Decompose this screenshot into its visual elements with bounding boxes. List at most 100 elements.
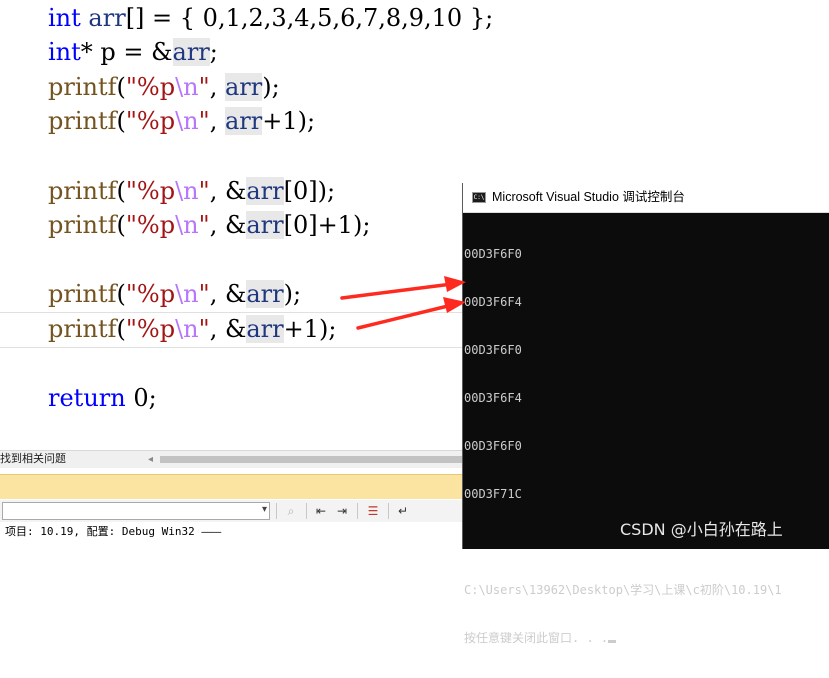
scroll-left-icon[interactable]: ◂ (148, 451, 153, 468)
code-text: ); (262, 73, 280, 101)
code-text: +1); (262, 107, 316, 135)
text-cursor (608, 640, 617, 643)
variable-token: arr (246, 315, 284, 343)
goto-next-icon[interactable]: ⇥ (333, 503, 351, 519)
escape-token: \n (175, 211, 199, 239)
variable-token: arr (172, 38, 210, 66)
debug-console-window[interactable]: C:\ Microsoft Visual Studio 调试控制台 00D3F6… (462, 183, 829, 645)
console-prompt-text: 按任意键关闭此窗口. . . (464, 631, 609, 645)
keyword-token: int (48, 4, 81, 32)
code-text: [0]); (283, 177, 336, 205)
code-text: ; (209, 38, 218, 66)
string-token: " (198, 177, 210, 205)
build-status-text: 项目: 10.19, 配置: Debug Win32 ——— (5, 525, 222, 538)
string-token: " (198, 315, 210, 343)
variable-token: arr (224, 73, 263, 101)
variable-token: arr (246, 280, 284, 308)
console-output: 00D3F6F0 00D3F6F4 00D3F6F0 00D3F6F4 00D3… (464, 214, 829, 678)
string-token: "%p (125, 211, 176, 239)
toolbar-separator (388, 503, 389, 519)
code-text: * p = & (80, 38, 173, 66)
escape-token: \n (175, 315, 199, 343)
toolbar-separator (276, 503, 277, 519)
code-line-9[interactable]: printf("%p\n", &arr); (48, 277, 301, 311)
escape-token: \n (175, 73, 199, 101)
console-output-line: 00D3F6F4 (464, 295, 522, 309)
console-window-title: Microsoft Visual Studio 调试控制台 (492, 190, 685, 204)
output-status-line: 项目: 10.19, 配置: Debug Win32 ——— (0, 522, 463, 549)
function-token: printf (48, 73, 117, 101)
code-text: ( (116, 315, 126, 343)
output-source-dropdown[interactable]: ▾ (2, 502, 270, 520)
console-prompt-line: 按任意键关闭此窗口. . . (464, 630, 829, 646)
code-text: ( (116, 73, 126, 101)
variable-token: arr (224, 107, 263, 135)
code-line-1[interactable]: int arr[] = { 0,1,2,3,4,5,6,7,8,9,10 }; (48, 1, 493, 35)
function-token: printf (48, 280, 117, 308)
code-line-3[interactable]: printf("%p\n", arr); (48, 70, 280, 104)
escape-token: \n (175, 177, 199, 205)
string-token: " (198, 107, 210, 135)
code-text: ); (283, 280, 302, 308)
code-text: ( (116, 211, 126, 239)
console-titlebar[interactable]: C:\ Microsoft Visual Studio 调试控制台 (463, 183, 829, 213)
code-text: ( (116, 280, 126, 308)
csdn-watermark: CSDN @小白孙在路上 (620, 520, 783, 539)
string-token: " (198, 73, 210, 101)
code-text: , & (209, 211, 247, 239)
clear-all-icon[interactable]: ☰ (364, 503, 382, 519)
code-text: ( (116, 177, 126, 205)
toolbar-separator (357, 503, 358, 519)
code-text: , & (209, 280, 247, 308)
string-token: " (198, 211, 210, 239)
function-token: printf (48, 107, 117, 135)
string-token: "%p (125, 315, 176, 343)
code-text: 0; (125, 384, 157, 412)
escape-token: \n (175, 280, 199, 308)
escape-token: \n (175, 107, 199, 135)
code-text: ( (116, 107, 126, 135)
selected-output-row[interactable] (0, 474, 463, 499)
code-line-2[interactable]: int* p = &arr; (48, 35, 218, 69)
variable-token: arr (246, 177, 284, 205)
code-line-12[interactable]: return 0; (48, 381, 157, 415)
goto-previous-icon[interactable]: ⇤ (312, 503, 330, 519)
console-output-line: 00D3F6F4 (464, 391, 522, 405)
keyword-token: return (48, 384, 126, 412)
keyword-token: int (48, 38, 81, 66)
console-output-line: 00D3F6F0 (464, 439, 522, 453)
code-line-10[interactable]: printf("%p\n", &arr+1); (48, 312, 336, 346)
find-message-icon[interactable]: ⌕ (282, 503, 300, 519)
code-text: , (209, 73, 225, 101)
code-text: , (209, 107, 225, 135)
function-token: printf (48, 315, 117, 343)
code-text: [] = { 0,1,2,3,4,5,6,7,8,9,10 }; (125, 4, 494, 32)
code-text: , & (209, 177, 247, 205)
find-related-issues-link[interactable]: 找到相关问题 (0, 451, 66, 468)
word-wrap-icon[interactable]: ↵ (394, 503, 412, 519)
toolbar-separator (306, 503, 307, 519)
string-token: "%p (125, 177, 176, 205)
console-output-line: 00D3F6F0 (464, 343, 522, 357)
console-app-icon: C:\ (472, 192, 486, 203)
function-token: printf (48, 177, 117, 205)
code-text: [0]+1); (283, 211, 371, 239)
output-toolbar: ▾ ⌕ ⇤ ⇥ ☰ ↵ (0, 500, 463, 522)
function-token: printf (48, 211, 117, 239)
string-token: "%p (125, 73, 176, 101)
console-output-line: 00D3F6F0 (464, 247, 522, 261)
horizontal-scrollbar[interactable]: 找到相关问题 ◂ (0, 450, 463, 468)
string-token: "%p (125, 280, 176, 308)
chevron-down-icon: ▾ (261, 504, 267, 515)
variable-token: arr (88, 4, 126, 32)
variable-token: arr (246, 211, 284, 239)
scrollbar-thumb[interactable] (160, 456, 463, 463)
string-token: " (198, 280, 210, 308)
string-token: "%p (125, 107, 176, 135)
console-output-line: C:\Users\13962\Desktop\学习\上课\c初阶\10.19\1 (464, 583, 782, 597)
code-line-7[interactable]: printf("%p\n", &arr[0]+1); (48, 208, 370, 242)
code-text: +1); (283, 315, 337, 343)
code-line-4[interactable]: printf("%p\n", arr+1); (48, 104, 315, 138)
code-line-6[interactable]: printf("%p\n", &arr[0]); (48, 174, 335, 208)
code-text: , & (209, 315, 247, 343)
